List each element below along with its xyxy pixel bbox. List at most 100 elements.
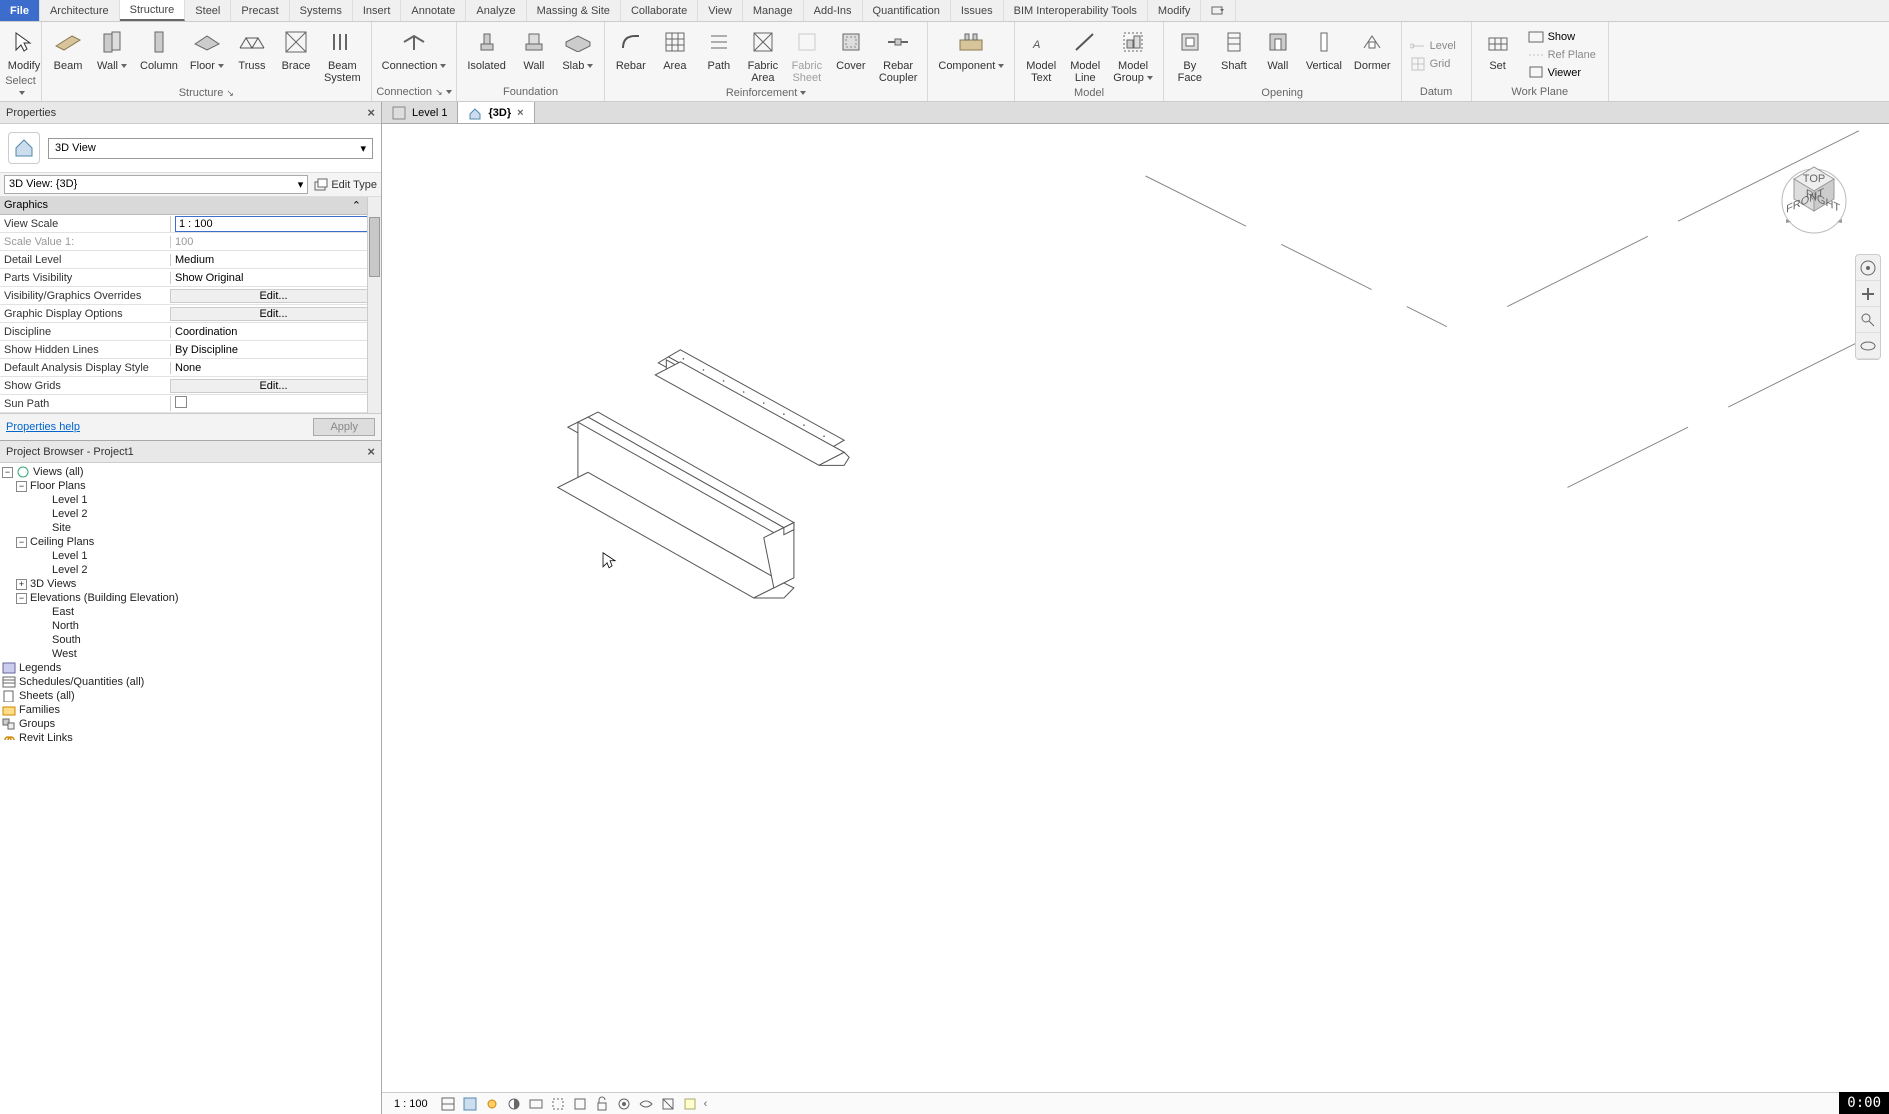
- rendering-icon[interactable]: [528, 1096, 544, 1112]
- tab-quantification[interactable]: Quantification: [863, 0, 951, 21]
- view-tab-level1[interactable]: Level 1: [382, 102, 458, 123]
- tree-groups[interactable]: Groups: [2, 717, 379, 731]
- area-button[interactable]: Area: [653, 24, 697, 86]
- model-text-button[interactable]: AModel Text: [1019, 24, 1063, 86]
- viewer-button[interactable]: Viewer: [1524, 64, 1600, 82]
- edit-type-button[interactable]: Edit Type: [314, 178, 377, 192]
- toggle-icon[interactable]: +: [16, 579, 27, 590]
- level-button[interactable]: Level: [1406, 37, 1467, 55]
- tree-fp-site[interactable]: Site: [2, 521, 379, 535]
- parts-visibility-value[interactable]: Show Original: [170, 272, 381, 284]
- tab-structure[interactable]: Structure: [120, 0, 186, 21]
- cover-button[interactable]: Cover: [829, 24, 873, 86]
- show-grids-button[interactable]: Edit...: [170, 379, 377, 393]
- tab-bim-interop[interactable]: BIM Interoperability Tools: [1004, 0, 1148, 21]
- tree-schedules[interactable]: Schedules/Quantities (all): [2, 675, 379, 689]
- tab-architecture[interactable]: Architecture: [40, 0, 120, 21]
- isolated-button[interactable]: Isolated: [461, 24, 512, 85]
- path-button[interactable]: Path: [697, 24, 741, 86]
- type-select-dropdown[interactable]: 3D View▾: [48, 138, 373, 159]
- steering-wheel-button[interactable]: [1856, 255, 1880, 281]
- tab-analyze[interactable]: Analyze: [466, 0, 526, 21]
- 3d-canvas[interactable]: TOP FRONT RIGHT: [382, 124, 1889, 1092]
- reinforcement-group-title[interactable]: Reinforcement: [609, 86, 924, 100]
- toggle-icon[interactable]: −: [2, 467, 13, 478]
- tree-el-east[interactable]: East: [2, 605, 379, 619]
- tree-floor-plans[interactable]: −Floor Plans: [2, 479, 379, 493]
- wall-button[interactable]: Wall: [90, 24, 134, 86]
- tab-massing-site[interactable]: Massing & Site: [527, 0, 621, 21]
- properties-scrollbar[interactable]: [367, 197, 381, 413]
- connection-button[interactable]: Connection: [376, 24, 453, 85]
- select-group-title[interactable]: Select: [4, 74, 37, 100]
- structure-expand-icon[interactable]: ↘: [226, 88, 234, 98]
- foundation-wall-button[interactable]: Wall: [512, 24, 556, 85]
- tree-ceiling-plans[interactable]: −Ceiling Plans: [2, 535, 379, 549]
- tree-cp-level2[interactable]: Level 2: [2, 563, 379, 577]
- connection-group-title[interactable]: Connection ↘: [376, 85, 453, 99]
- tab-file[interactable]: File: [0, 0, 40, 21]
- temp-hide-icon[interactable]: [616, 1096, 632, 1112]
- tab-view[interactable]: View: [698, 0, 743, 21]
- scale-selector[interactable]: 1 : 100: [388, 1098, 434, 1110]
- grid-button[interactable]: Grid: [1406, 55, 1467, 73]
- tree-el-south[interactable]: South: [2, 633, 379, 647]
- filter-select[interactable]: 3D View: {3D} ▾: [4, 175, 308, 194]
- show-button[interactable]: Show: [1524, 28, 1600, 46]
- project-browser-close-button[interactable]: ×: [367, 444, 375, 459]
- discipline-value[interactable]: Coordination: [170, 326, 381, 338]
- type-selector[interactable]: 3D View▾: [0, 124, 381, 173]
- beam-button[interactable]: Beam: [46, 24, 90, 86]
- detail-level-icon[interactable]: [440, 1096, 456, 1112]
- connection-expand-icon[interactable]: ↘: [435, 87, 443, 97]
- toggle-icon[interactable]: −: [16, 537, 27, 548]
- crop-region-icon[interactable]: [572, 1096, 588, 1112]
- view-tab-3d[interactable]: {3D} ×: [458, 102, 534, 123]
- rebar-button[interactable]: Rebar: [609, 24, 653, 86]
- tree-3d-views[interactable]: +3D Views: [2, 577, 379, 591]
- properties-help-link[interactable]: Properties help: [6, 421, 80, 433]
- sun-path-icon[interactable]: [484, 1096, 500, 1112]
- dormer-button[interactable]: Dormer: [1348, 24, 1397, 86]
- hidden-lines-value[interactable]: By Discipline: [170, 344, 381, 356]
- highlight-icon[interactable]: [682, 1096, 698, 1112]
- crop-icon[interactable]: [550, 1096, 566, 1112]
- tree-fp-level2[interactable]: Level 2: [2, 507, 379, 521]
- tree-sheets[interactable]: Sheets (all): [2, 689, 379, 703]
- tree-cp-level1[interactable]: Level 1: [2, 549, 379, 563]
- set-button[interactable]: Set: [1476, 24, 1520, 85]
- tree-families[interactable]: Families: [2, 703, 379, 717]
- brace-button[interactable]: Brace: [274, 24, 318, 86]
- zoom-button[interactable]: [1856, 307, 1880, 333]
- unlock-icon[interactable]: [594, 1096, 610, 1112]
- toggle-icon[interactable]: −: [16, 593, 27, 604]
- vertical-button[interactable]: Vertical: [1300, 24, 1348, 86]
- reveal-icon[interactable]: [638, 1096, 654, 1112]
- tab-close-button[interactable]: ×: [517, 107, 523, 119]
- graphics-section-header[interactable]: Graphics⌃: [0, 197, 381, 215]
- tree-legends[interactable]: Legends: [2, 661, 379, 675]
- tree-views-all[interactable]: −Views (all): [2, 465, 379, 479]
- sun-path-value[interactable]: [170, 396, 381, 411]
- rebar-coupler-button[interactable]: Rebar Coupler: [873, 24, 924, 86]
- toggle-icon[interactable]: −: [16, 481, 27, 492]
- tab-insert[interactable]: Insert: [353, 0, 402, 21]
- shadows-icon[interactable]: [506, 1096, 522, 1112]
- analysis-style-value[interactable]: None: [170, 362, 381, 374]
- tree-revit-links[interactable]: Revit Links: [2, 731, 379, 745]
- tab-manage[interactable]: Manage: [743, 0, 804, 21]
- model-line-button[interactable]: Model Line: [1063, 24, 1107, 86]
- view-scale-input[interactable]: [175, 216, 371, 232]
- visual-style-icon[interactable]: [462, 1096, 478, 1112]
- detail-level-value[interactable]: Medium: [170, 254, 381, 266]
- viewcube-top[interactable]: TOP: [1803, 173, 1825, 185]
- tree-el-north[interactable]: North: [2, 619, 379, 633]
- shaft-button[interactable]: Shaft: [1212, 24, 1256, 86]
- tree-elevations[interactable]: −Elevations (Building Elevation): [2, 591, 379, 605]
- component-button[interactable]: Component: [932, 24, 1010, 85]
- viewcube[interactable]: TOP FRONT RIGHT: [1769, 144, 1859, 234]
- by-face-button[interactable]: By Face: [1168, 24, 1212, 86]
- tab-issues[interactable]: Issues: [951, 0, 1004, 21]
- sun-path-checkbox[interactable]: [175, 396, 187, 408]
- graphic-display-button[interactable]: Edit...: [170, 307, 377, 321]
